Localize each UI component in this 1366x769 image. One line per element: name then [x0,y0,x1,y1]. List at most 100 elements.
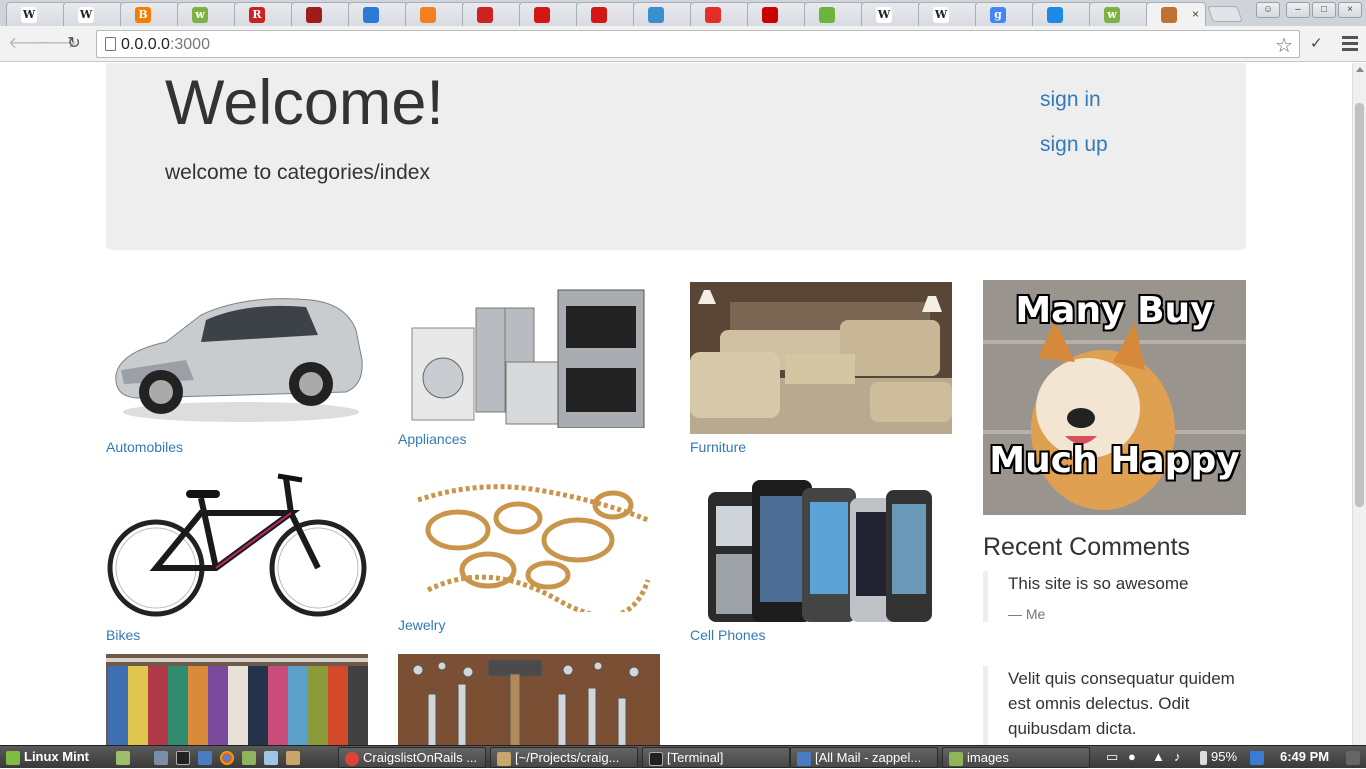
wifi-icon[interactable]: ▲ [1152,746,1168,769]
browser-tab[interactable] [747,2,807,26]
shield-icon [306,7,322,23]
user-icon[interactable]: ● [1128,746,1142,769]
browser-tab[interactable] [1032,2,1092,26]
stackoverflow-icon [420,7,436,23]
taskbar-window-terminal[interactable]: [Terminal] [642,747,790,768]
furniture-image[interactable] [690,282,952,434]
meme-top-text: Many Buy [1015,290,1214,331]
profile-button[interactable]: ☺ [1256,2,1280,18]
ruby-icon [591,7,607,23]
browser-tab[interactable]: W [63,2,123,26]
battery-icon [1200,750,1207,765]
jewelry-image[interactable] [398,470,660,612]
browser-tab[interactable]: w [177,2,237,26]
browser-tab[interactable] [633,2,693,26]
browser-launcher-icon[interactable] [198,746,218,769]
webcam-icon: w [1104,7,1120,23]
tab-strip: W W Bw R W Wg w × [0,0,1366,26]
maximize-button[interactable]: □ [1312,2,1336,18]
browser-tab[interactable]: B [120,2,180,26]
comment-text: This site is so awesome [1008,574,1189,593]
menu-icon[interactable] [1340,34,1360,54]
comment-text: Velit quis consequatur quidem est omnis … [1008,669,1235,738]
update-shield-icon[interactable] [1250,746,1268,769]
browser-tab[interactable] [405,2,465,26]
taskbar: Linux Mint CraigslistOnRails ... [~/Proj… [0,745,1366,768]
package-icon[interactable] [264,746,284,769]
clothing-image[interactable] [106,654,368,745]
window-list-icon[interactable]: ▭ [1106,746,1120,769]
wikipedia-icon: W [78,7,94,23]
reload-icon[interactable]: ↻ [64,34,84,54]
browser-tab[interactable] [690,2,750,26]
wikipedia-icon: W [933,7,949,23]
browser-tab[interactable] [576,2,636,26]
category-link[interactable]: Furniture [690,439,746,455]
show-desktop-icon[interactable] [116,746,136,769]
browser-tab[interactable]: w [1089,2,1149,26]
rt-icon: R [249,7,265,23]
clock[interactable]: 6:49 PM [1280,746,1329,769]
browser-tab[interactable]: W [918,2,978,26]
cell-phones-image[interactable] [690,480,952,622]
welcome-jumbotron: Welcome! welcome to categories/index sig… [106,63,1246,250]
browser-tab[interactable] [348,2,408,26]
food-icon [1161,7,1177,23]
page-icon [105,37,116,51]
browser-tab[interactable] [804,2,864,26]
ruby-icon [534,7,550,23]
browser-tab[interactable] [462,2,522,26]
welcome-lead: welcome to categories/index [165,161,430,184]
tools-image[interactable] [398,654,660,745]
minimize-button[interactable]: – [1286,2,1310,18]
category-link[interactable]: Appliances [398,431,467,447]
folder-icon[interactable] [242,746,262,769]
forward-icon[interactable]: 🡒 [34,34,77,54]
taskbar-window-chrome[interactable]: CraigslistOnRails ... [338,747,486,768]
start-menu-button[interactable]: Linux Mint [6,746,89,769]
chrome-icon[interactable] [220,746,240,769]
volume-icon[interactable]: ♪ [1174,746,1190,769]
back-icon[interactable]: 🡐 [8,34,51,54]
browser-tab[interactable]: W [6,2,66,26]
appliances-image[interactable] [398,280,660,428]
category-link[interactable]: Cell Phones [690,627,766,643]
eyedropper-extension-icon[interactable]: ✓ [1310,34,1330,54]
youtube-icon [762,7,778,23]
cloud-icon [648,7,664,23]
notification-area-icon[interactable] [1346,746,1360,769]
browser-tab[interactable] [519,2,579,26]
browser-tab[interactable] [291,2,351,26]
mint-logo-icon [6,750,20,765]
address-bar[interactable]: 0.0.0.0:3000 ☆ [96,30,1300,58]
scrollbar-thumb[interactable] [1355,103,1364,507]
category-link[interactable]: Bikes [106,627,140,643]
terminal-icon[interactable] [176,746,196,769]
category-link[interactable]: Automobiles [106,439,183,455]
battery-indicator[interactable]: 95% [1200,746,1237,769]
browser-tab[interactable]: × [1146,2,1206,26]
vertical-scrollbar[interactable] [1352,63,1366,745]
file-manager-icon[interactable] [154,746,174,769]
sign-in-link[interactable]: sign in [1040,88,1101,112]
browser-tab[interactable]: g [975,2,1035,26]
close-tab-icon[interactable]: × [1192,7,1199,21]
bike-image[interactable] [106,468,368,620]
taskbar-window-images[interactable]: images [942,747,1090,768]
wikipedia-icon: W [876,7,892,23]
wikipedia-icon: W [21,7,37,23]
new-tab-button[interactable] [1207,6,1243,22]
bookmark-star-icon[interactable]: ☆ [1275,33,1293,58]
browser-tab[interactable]: W [861,2,921,26]
taskbar-window-mail[interactable]: [All Mail - zappel... [790,747,938,768]
taskbar-window-projects[interactable]: [~/Projects/craig... [490,747,638,768]
category-link[interactable]: Jewelry [398,617,445,633]
browser-tab[interactable]: R [234,2,294,26]
scroll-up-arrow[interactable] [1356,67,1364,72]
close-window-button[interactable]: × [1338,2,1362,18]
browser-toolbar: 🡐 🡒 ↻ 0.0.0.0:3000 ☆ ✓ [0,26,1366,62]
text-editor-icon[interactable] [286,746,306,769]
doge-meme-image: Many Buy Much Happy [983,280,1246,515]
automobile-image[interactable] [106,280,368,430]
sign-up-link[interactable]: sign up [1040,133,1108,157]
